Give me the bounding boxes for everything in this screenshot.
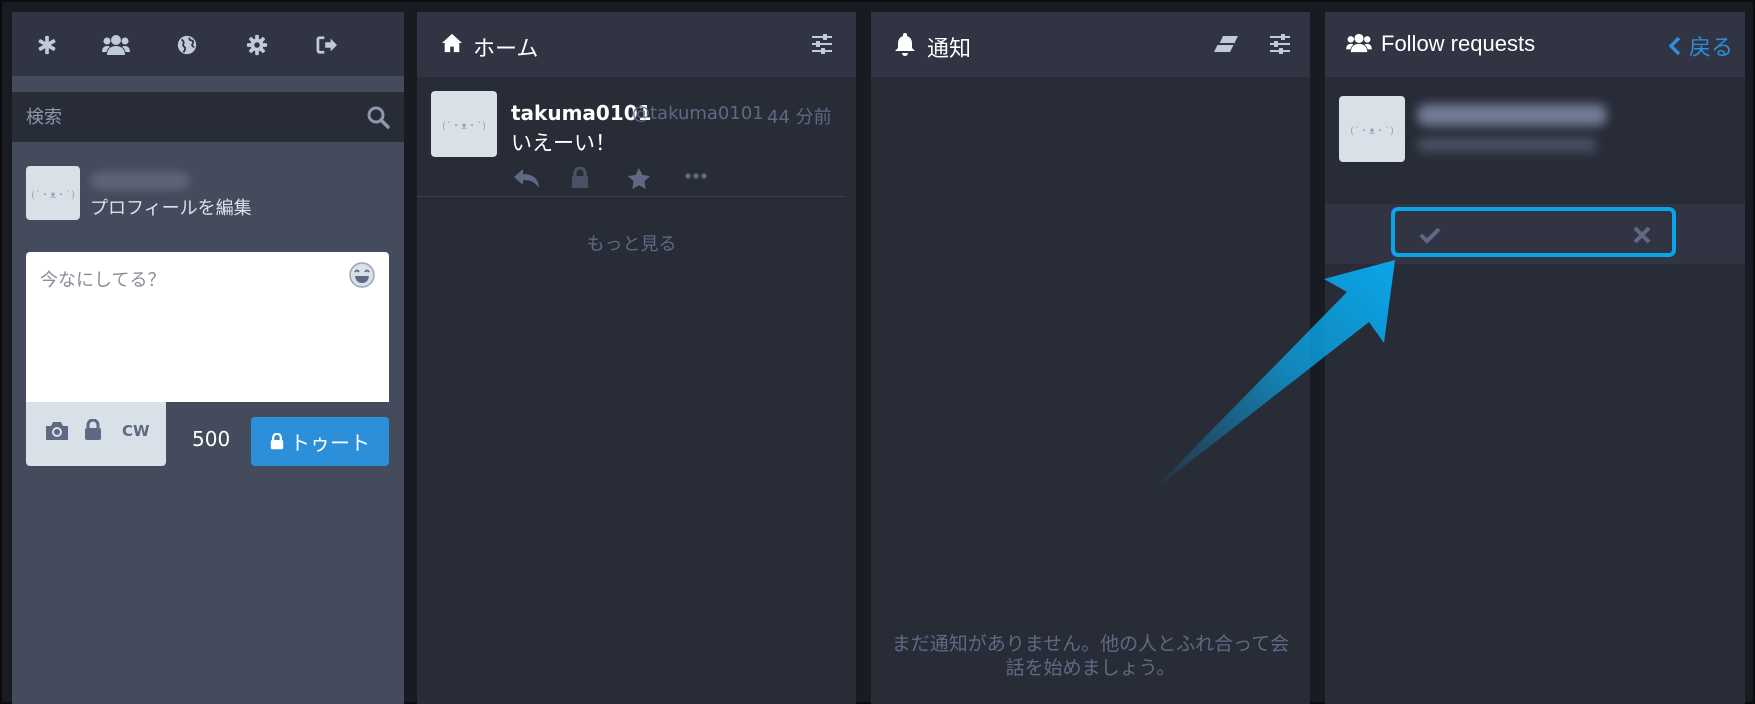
local-timeline-button[interactable] [101,30,131,60]
back-button[interactable]: 戻る [1668,30,1733,62]
avatar-face: (´・ᴥ・`) [1350,125,1394,137]
bell-icon [895,33,915,56]
profile-name-redacted [90,172,190,190]
lock-icon [270,433,284,450]
follow-requests-title: Follow requests [1381,31,1536,56]
home-column: ホーム (´・ᴥ・`) takuma0101 @takuma0101 44 分前… [417,12,856,704]
reply-icon [514,169,539,188]
request-avatar[interactable]: (´・ᴥ・`) [1339,96,1405,162]
empty-notifications-message: まだ通知がありません。他の人とふれ合って会話を始めましょう。 [891,633,1290,679]
notifications-settings-button[interactable] [1266,30,1294,58]
emoji-icon [349,262,375,288]
boost-disabled-button[interactable] [571,167,589,189]
compose-column: (´・ᴥ・`) プロフィールを編集 CW 500 トゥート [12,12,404,704]
home-column-header: ホーム [417,12,856,77]
favourite-button[interactable] [627,167,651,191]
eraser-icon [1214,35,1238,52]
reply-button[interactable] [513,167,541,189]
chevron-left-icon [1668,36,1681,56]
preferences-button[interactable] [242,30,272,60]
camera-icon [46,422,68,440]
follow-requests-column: Follow requests 戻る (´・ᴥ・`) [1325,12,1745,704]
status-content: いえーい！ [511,131,616,155]
more-button[interactable] [685,173,707,179]
home-title: ホーム [473,37,539,62]
star-icon [628,168,650,189]
notifications-column: 通知 まだ通知がありません。他の人とふれ合って会話を始めましょう。 [871,12,1310,704]
getting-started-button[interactable] [32,30,62,60]
media-upload-button[interactable] [44,420,70,442]
sliders-icon [812,34,832,54]
home-settings-button[interactable] [808,30,836,58]
search-button[interactable] [366,105,390,129]
navigation-bar [12,12,404,76]
logout-button[interactable] [312,30,342,60]
federated-timeline-button[interactable] [172,30,202,60]
lock-icon [572,167,588,188]
status-display-name[interactable]: takuma0101 [511,101,652,125]
search-input[interactable] [26,92,356,142]
notifications-column-header: 通知 [871,12,1310,77]
profile-avatar[interactable]: (´・ᴥ・`) [26,166,80,220]
lock-icon [85,419,101,440]
sliders-icon [1270,34,1290,54]
emoji-picker-button[interactable] [348,261,378,291]
clear-notifications-button[interactable] [1212,30,1240,58]
home-icon [442,33,462,53]
privacy-button[interactable] [84,419,102,441]
gear-icon [246,34,268,56]
search-icon [367,106,390,129]
highlight-box [1391,207,1676,257]
content-warning-button[interactable]: CW [122,422,150,440]
ellipsis-icon [685,173,707,179]
follow-requests-header: Follow requests 戻る [1325,12,1745,77]
avatar-face: (´・ᴥ・`) [442,120,486,132]
back-label: 戻る [1688,36,1733,61]
toot-button[interactable]: トゥート [251,417,389,466]
request-account-redacted [1417,138,1597,152]
globe-icon [177,35,197,55]
request-name-redacted [1417,104,1607,126]
users-icon [102,35,130,55]
toot-label: トゥート [290,433,370,455]
status-account: @takuma0101 [632,103,764,124]
cw-label: CW [122,422,150,440]
notifications-title: 通知 [927,37,972,62]
avatar-face: (´・ᴥ・`) [31,189,75,201]
status-item[interactable]: (´・ᴥ・`) takuma0101 @takuma0101 44 分前 いえー… [417,77,846,197]
status-timestamp[interactable]: 44 分前 [767,103,832,129]
character-counter: 500 [192,427,231,451]
search-box [12,92,404,142]
compose-textarea[interactable] [26,252,389,402]
status-avatar[interactable]: (´・ᴥ・`) [431,91,497,157]
asterisk-icon [38,35,56,55]
load-more-button[interactable]: もっと見る [417,230,846,256]
compose-tools: CW [26,402,166,466]
edit-profile-link[interactable]: プロフィールを編集 [90,194,252,220]
sign-out-icon [316,36,337,54]
users-icon [1346,33,1372,53]
